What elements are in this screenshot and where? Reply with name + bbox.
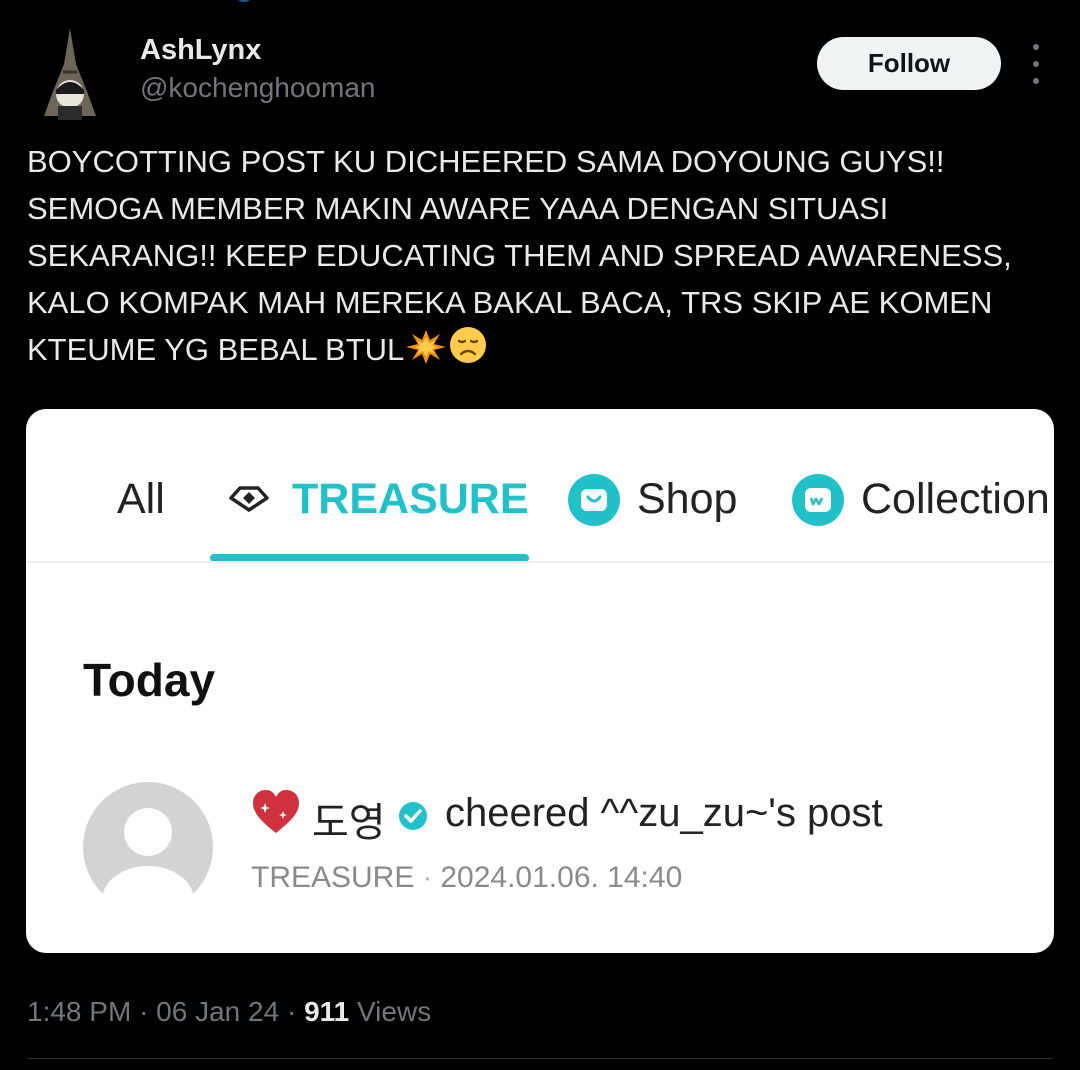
notification-meta: TREASURE · 2024.01.06. 14:40 xyxy=(251,861,682,895)
default-avatar-icon xyxy=(83,782,213,912)
notification-datetime: 2024.01.06. 14:40 xyxy=(440,861,683,894)
meta-dot: · xyxy=(286,996,297,1027)
attached-image[interactable]: All TREASURE Shop Collection Today 도영 ch… xyxy=(26,409,1054,953)
diamond-icon xyxy=(229,486,269,512)
divider xyxy=(27,1058,1053,1059)
views-label: Views xyxy=(357,996,432,1027)
meta-dot: · xyxy=(139,996,149,1027)
sparkle-heart-icon xyxy=(253,790,299,833)
verified-badge-icon xyxy=(399,802,427,830)
notification-text: cheered ^^zu_zu~'s post xyxy=(445,791,883,835)
tab-treasure: TREASURE xyxy=(292,475,529,523)
community-name: TREASURE xyxy=(251,861,415,894)
shop-icon xyxy=(568,474,620,526)
tweet-meta: 1:48 PM · 06 Jan 24 · 911 Views xyxy=(27,996,431,1028)
author-avatar[interactable] xyxy=(30,24,110,120)
author-handle[interactable]: @kochenghooman xyxy=(140,72,375,104)
more-options-icon[interactable] xyxy=(1024,44,1048,84)
cropped-icon xyxy=(238,0,250,2)
author-name[interactable]: AshLynx xyxy=(140,34,261,67)
meta-separator: · xyxy=(422,861,433,894)
tweet-date[interactable]: 06 Jan 24 xyxy=(156,996,279,1027)
views-count: 911 xyxy=(304,996,350,1027)
follow-button[interactable]: Follow xyxy=(817,37,1001,90)
collision-emoji-icon xyxy=(406,330,447,377)
collection-icon xyxy=(792,474,844,526)
tweet-time[interactable]: 1:48 PM xyxy=(27,996,131,1027)
tweet-text: BOYCOTTING POST KU DICHEERED SAMA DOYOUN… xyxy=(27,138,1057,377)
tab-shop: Shop xyxy=(637,475,738,523)
member-name: 도영 xyxy=(312,801,386,845)
tab-divider xyxy=(26,561,1054,563)
tweet-body: BOYCOTTING POST KU DICHEERED SAMA DOYOUN… xyxy=(27,144,1021,367)
disappointed-face-emoji-icon xyxy=(448,326,488,377)
section-title: Today xyxy=(83,654,216,706)
tab-collection: Collection xyxy=(861,475,1050,523)
app-tab-bar: All TREASURE Shop Collection xyxy=(26,409,1054,563)
tab-all: All xyxy=(117,475,165,523)
